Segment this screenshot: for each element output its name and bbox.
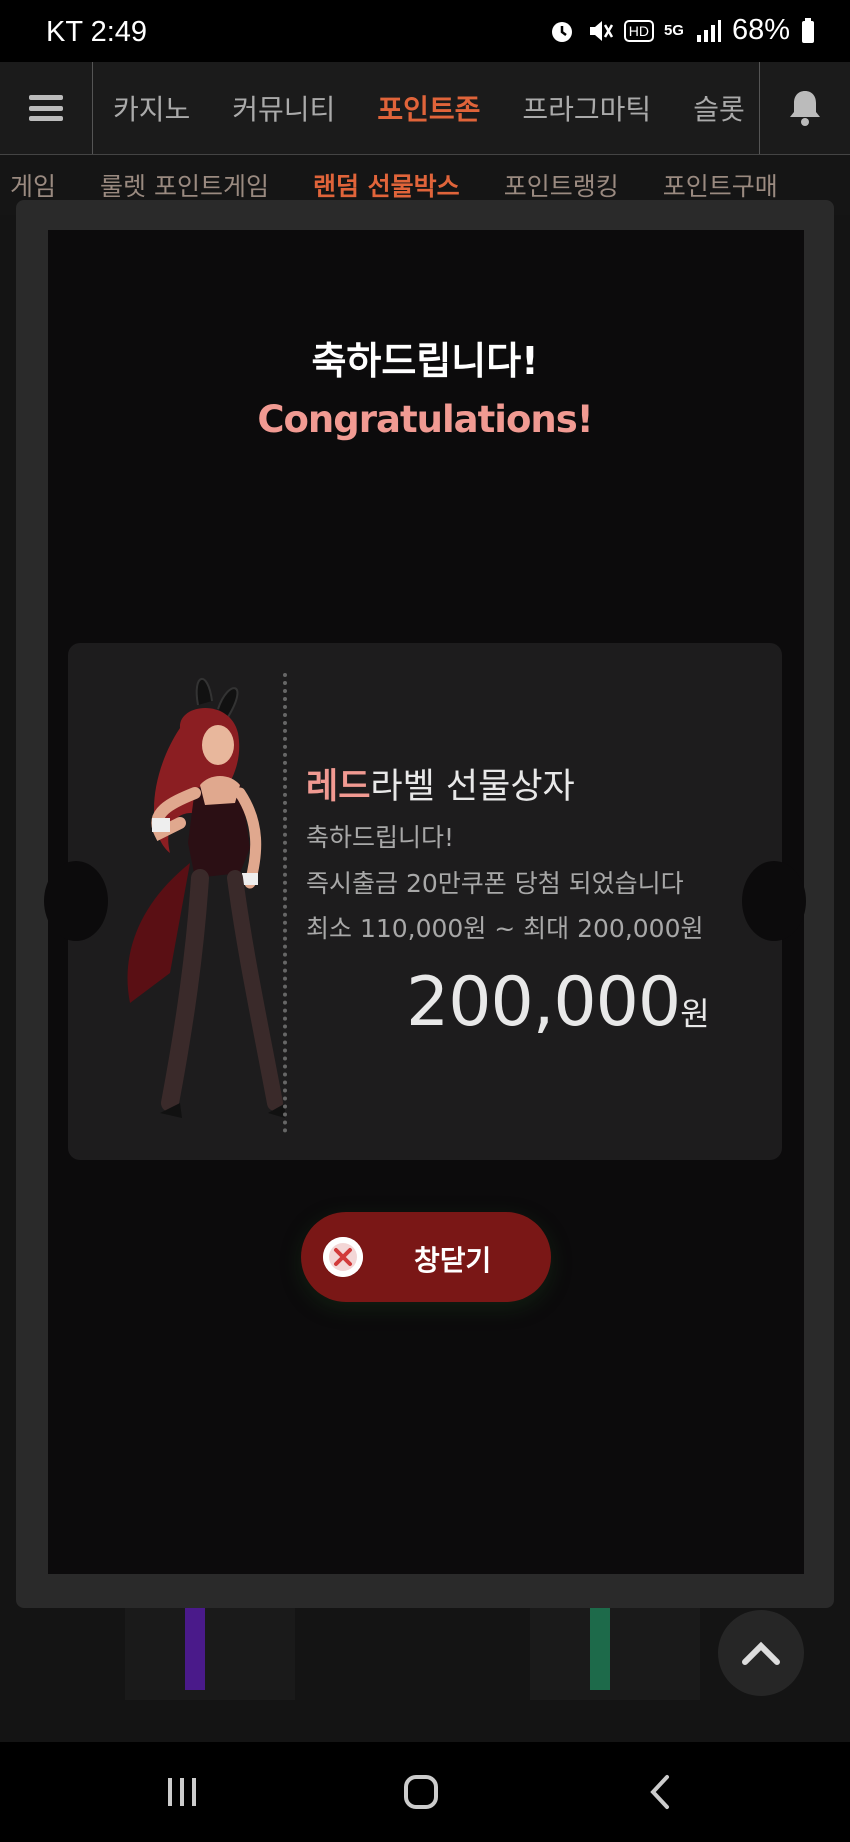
chevron-up-icon xyxy=(742,1641,780,1665)
prize-line-2: 즉시출금 20만쿠폰 당첨 되었습니다 xyxy=(306,869,684,898)
modal-subtitle: Congratulations! xyxy=(257,398,593,441)
prize-title-highlight: 레드 xyxy=(306,767,371,807)
ticket-notch-left xyxy=(44,861,108,941)
subnav-item[interactable]: 게임 xyxy=(10,167,56,203)
battery-icon xyxy=(800,17,816,45)
modal-title: 축하드립니다! xyxy=(311,339,539,383)
menu-icon xyxy=(29,95,63,121)
nav-point-zone[interactable]: 포인트존 xyxy=(356,88,501,128)
menu-button[interactable] xyxy=(0,62,93,154)
prize-line-1: 축하드립니다! xyxy=(306,823,455,852)
character-illustration xyxy=(127,678,285,1118)
prize-title: 레드라벨 선물상자 xyxy=(306,758,575,809)
prize-amount-unit: 원 xyxy=(680,995,710,1033)
close-button-label: 창닫기 xyxy=(414,1244,492,1277)
back-button[interactable] xyxy=(630,1762,690,1822)
home-button[interactable] xyxy=(391,1762,451,1822)
top-nav-items: 카지노 커뮤니티 포인트존 프라그마틱 슬롯 xyxy=(92,62,760,154)
subnav-item-active[interactable]: 랜덤 선물박스 xyxy=(313,167,460,203)
signal-icon xyxy=(694,17,722,45)
back-icon xyxy=(650,1775,669,1809)
top-nav: 카지노 커뮤니티 포인트존 프라그마틱 슬롯 xyxy=(0,62,850,155)
ticket-notch-right xyxy=(742,861,806,941)
ticket-perforation xyxy=(283,673,287,1133)
prize-ticket: 레드라벨 선물상자 축하드립니다! 즉시출금 20만쿠폰 당첨 되었습니다 최소… xyxy=(44,643,806,1160)
nav-slot[interactable]: 슬롯 xyxy=(672,88,766,128)
nav-casino[interactable]: 카지노 xyxy=(92,88,211,128)
subnav-item[interactable]: 포인트랭킹 xyxy=(504,167,619,203)
carrier-time: KT 2:49 xyxy=(46,16,148,48)
system-nav-bar xyxy=(0,1742,850,1842)
recent-apps-button[interactable] xyxy=(152,1762,212,1822)
prize-amount: 200,000원 xyxy=(406,963,710,1042)
subnav-item[interactable]: 포인트구매 xyxy=(663,167,778,203)
scroll-top-button[interactable] xyxy=(718,1610,804,1696)
hd-badge: HD xyxy=(623,19,654,42)
status-icons: HD 5G 68% xyxy=(548,14,816,47)
notification-button[interactable] xyxy=(759,62,850,154)
prize-line-3: 최소 110,000원 ~ 최대 200,000원 xyxy=(306,914,704,943)
alarm-icon xyxy=(548,17,576,45)
prize-amount-value: 200,000 xyxy=(406,963,681,1042)
status-bar: KT 2:49 HD 5G 68% xyxy=(0,0,850,62)
close-button[interactable]: 창닫기 xyxy=(301,1212,551,1302)
nav-pragmatic[interactable]: 프라그마틱 xyxy=(501,88,672,128)
battery-percent: 68% xyxy=(731,14,790,46)
home-icon xyxy=(404,1775,438,1809)
recent-apps-icon xyxy=(168,1778,196,1806)
close-circle-icon xyxy=(323,1237,363,1277)
network-badge: 5G xyxy=(663,22,684,39)
prize-title-rest: 라벨 선물상자 xyxy=(370,767,575,807)
bell-icon xyxy=(790,91,820,126)
subnav-item[interactable]: 룰렛 포인트게임 xyxy=(100,167,269,203)
nav-community[interactable]: 커뮤니티 xyxy=(211,88,356,128)
mute-icon xyxy=(586,17,614,45)
